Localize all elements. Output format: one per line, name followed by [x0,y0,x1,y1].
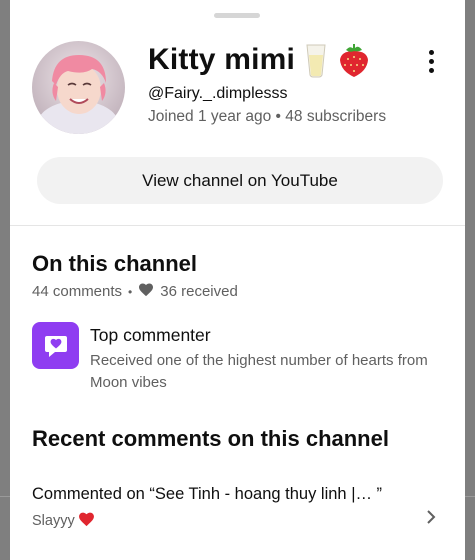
comments-count: 44 comments [32,283,123,300]
section-divider [10,225,465,226]
heart-icon [138,282,154,301]
badge-title: Top commenter [90,325,211,345]
channel-handle: @Fairy._.dimplesss [148,85,288,102]
red-heart-icon [78,511,95,531]
more-vert-dot [428,67,434,73]
separator-dot: • [128,284,133,299]
avatar[interactable] [32,41,125,134]
channel-name: Kitty mimi [148,43,296,76]
comment-list-item[interactable]: Commented on “See Tinh - hoang thuy linh… [10,475,465,545]
view-channel-button[interactable]: View channel on YouTube [37,157,443,204]
channel-name-row: Kitty mimi [148,40,371,80]
hearts-received: 36 received [160,283,238,300]
backdrop-divider-right [465,496,475,497]
badge-description: Received one of the highest number of he… [90,352,428,391]
channel-meta: Joined 1 year ago • 48 subscribers [148,108,387,125]
recent-comments-title: Recent comments on this channel [32,426,389,451]
channel-bottom-sheet: Kitty mimi @Fairy._.dimplesss Joined 1 y… [10,0,465,560]
commented-on-video: Commented on “See Tinh - hoang thuy linh… [32,485,383,503]
milk-glass-icon [299,42,333,78]
more-vert-icon [428,49,434,55]
top-commenter-badge-icon [32,322,79,369]
strawberry-icon [337,42,371,78]
more-options-button[interactable] [418,46,444,76]
comment-text: Slayyy [32,513,75,529]
comment-text-row: Slayyy [32,511,95,531]
drag-handle[interactable] [214,13,260,18]
chevron-right-icon [424,509,438,525]
channel-stats: 44 comments • 36 received [32,282,238,301]
more-vert-dot [428,58,434,64]
backdrop-divider-left [0,496,10,497]
on-channel-title: On this channel [32,251,198,276]
